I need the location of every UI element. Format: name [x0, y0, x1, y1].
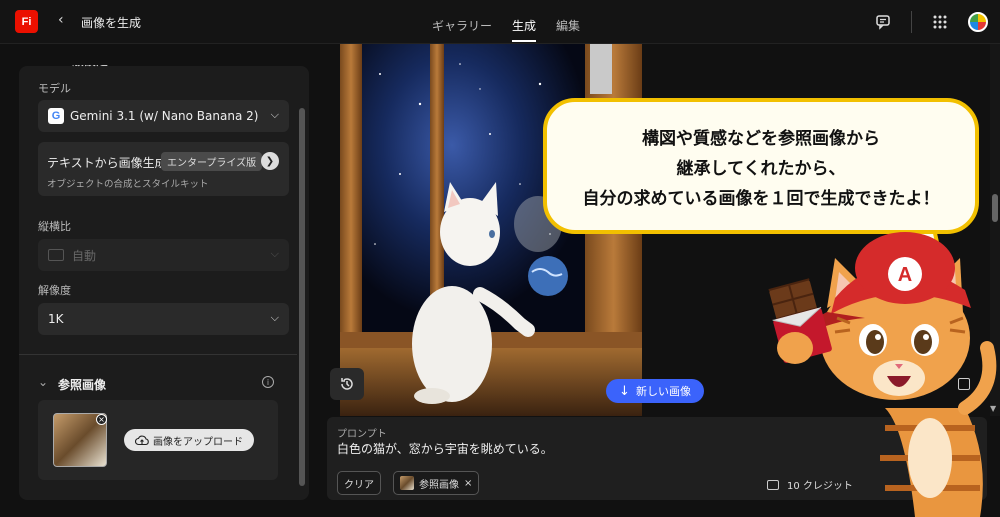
reference-chip[interactable]: 参照画像 ×: [393, 471, 480, 495]
apps-grid-icon[interactable]: [930, 12, 950, 32]
aspect-ratio-icon: [48, 249, 64, 261]
bubble-line-1: 構図や質感などを参照画像から: [642, 129, 880, 149]
aspect-value: 自動: [72, 248, 97, 263]
reference-box: × 画像をアップロード: [38, 400, 278, 480]
mascot-cat: A: [768, 232, 997, 517]
canvas-scroll-thumb[interactable]: [992, 194, 998, 222]
top-icons: [873, 11, 988, 33]
info-icon[interactable]: i: [262, 376, 274, 388]
section-divider: [19, 354, 297, 355]
bubble-line-2: 継承してくれたから、: [676, 159, 846, 179]
history-icon[interactable]: [330, 368, 364, 400]
cloud-upload-icon: [135, 435, 149, 445]
section-heading-general: 一般設定: [60, 54, 109, 68]
new-image-label: 新しい画像: [635, 385, 691, 398]
chevron-down-icon: ⌵: [270, 311, 279, 324]
model-label: モデル: [38, 82, 71, 95]
cap-letter: A: [898, 264, 912, 286]
resolution-select[interactable]: 1K ⌵: [38, 303, 289, 335]
reference-title: 参照画像: [58, 378, 107, 392]
reference-chip-label: 参照画像: [419, 479, 459, 491]
divider: [911, 11, 912, 33]
chevron-down-icon: ⌵: [270, 108, 279, 121]
upload-image-button[interactable]: 画像をアップロード: [124, 429, 254, 451]
aspect-label: 縦横比: [38, 220, 71, 233]
speech-bubble: 構図や質感などを参照画像から 継承してくれたから、 自分の求めている画像を１回で…: [543, 98, 979, 234]
prompt-label: プロンプト: [337, 429, 387, 440]
prompt-input[interactable]: 白色の猫が、窓から宇宙を眺めている。: [337, 440, 553, 457]
tab-bar: ギャラリー 生成 編集: [432, 17, 580, 42]
close-icon[interactable]: ×: [464, 478, 472, 489]
new-image-button[interactable]: ↓ 新しい画像: [606, 379, 704, 403]
page-title: 画像を生成: [81, 16, 142, 30]
google-icon: G: [48, 108, 64, 124]
chat-icon[interactable]: [873, 12, 893, 32]
upload-label: 画像をアップロード: [153, 436, 243, 448]
clear-button[interactable]: クリア: [337, 471, 381, 495]
resolution-value: 1K: [48, 312, 64, 326]
tab-gallery[interactable]: ギャラリー: [432, 17, 492, 42]
aspect-select[interactable]: 自動 ⌵: [38, 239, 289, 271]
avatar[interactable]: [968, 12, 988, 32]
tab-edit[interactable]: 編集: [556, 17, 580, 42]
reference-chip-thumbnail: [400, 476, 414, 490]
panel-scrollbar[interactable]: [299, 108, 305, 486]
chevron-left-icon[interactable]: ‹: [58, 12, 64, 28]
chevron-down-icon: ⌵: [270, 247, 279, 260]
chevron-right-icon[interactable]: ❯: [261, 152, 279, 170]
arrow-down-icon: ↓: [619, 383, 630, 399]
model-value: Gemini 3.1 (w/ Nano Banana 2): [70, 109, 259, 123]
mode-subtitle: オブジェクトの合成とスタイルキット: [47, 179, 209, 190]
enterprise-badge: エンタープライズ版: [161, 152, 263, 171]
collapse-chevron-icon[interactable]: ⌄: [38, 375, 48, 389]
clear-label: クリア: [344, 479, 374, 491]
bubble-line-3: 自分の求めている画像を１回で生成できたよ！: [582, 189, 940, 209]
close-icon[interactable]: ×: [96, 414, 107, 425]
mode-title: テキストから画像生成: [47, 156, 167, 170]
app-logo[interactable]: Fi: [15, 10, 38, 33]
top-bar: Fi ‹ 画像を生成 ギャラリー 生成 編集: [0, 0, 1000, 44]
model-select[interactable]: G Gemini 3.1 (w/ Nano Banana 2) ⌵: [38, 100, 289, 132]
resolution-label: 解像度: [38, 284, 71, 297]
mode-card[interactable]: テキストから画像生成 エンタープライズ版 ❯ オブジェクトの合成とスタイルキット: [38, 142, 289, 196]
tab-generate[interactable]: 生成: [512, 17, 537, 42]
